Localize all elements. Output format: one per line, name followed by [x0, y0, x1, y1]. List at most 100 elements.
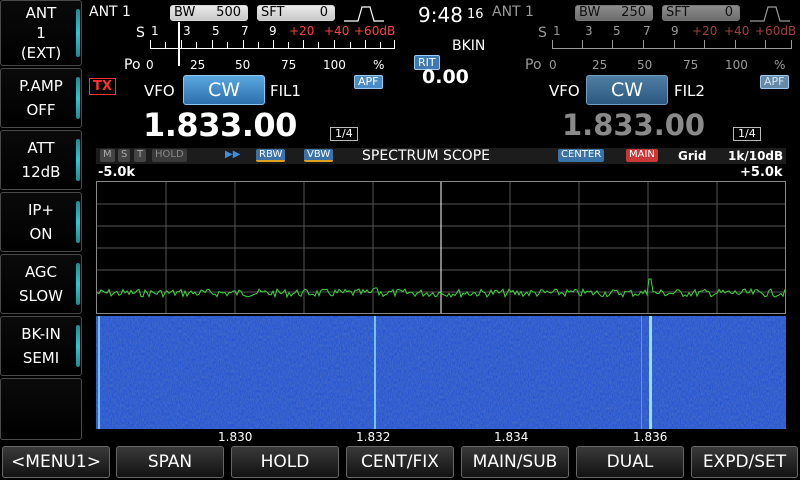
scope-span-left: -5.0k: [98, 165, 136, 180]
scope-main-tag[interactable]: MAIN: [626, 149, 658, 162]
expd-set-button[interactable]: EXPD/SET: [691, 446, 798, 478]
rit-value: 0.00: [422, 66, 469, 88]
scope-center-tag[interactable]: CENTER: [558, 149, 605, 162]
hold-button[interactable]: HOLD: [231, 446, 339, 478]
s-tick-label: +40: [724, 24, 750, 38]
preamp-label: P.AMP: [19, 77, 63, 95]
ant-value: 1: [36, 24, 46, 42]
s-tick-label: 9: [671, 24, 679, 38]
main-s-meter-label: S: [136, 25, 145, 41]
span-button[interactable]: SPAN: [116, 446, 224, 478]
scope-m-tag: M: [100, 149, 115, 162]
sidebar-edge-indicator: [76, 263, 80, 305]
scope-rbw-tag[interactable]: RBW: [256, 149, 286, 162]
s-tick-label: 7: [643, 24, 651, 38]
sidebar-ant-button[interactable]: ANT 1 (EXT): [0, 0, 82, 66]
scope-play-icon: ▶▶: [225, 149, 241, 160]
main-s-needle: [178, 22, 180, 66]
po-tick-label: %: [774, 58, 786, 72]
dual-button[interactable]: DUAL: [576, 446, 684, 478]
main-bw-value: 500: [216, 5, 241, 20]
sub-filter-label: FIL2: [674, 82, 705, 100]
main-po-meter-label: Po: [124, 57, 141, 73]
po-tick-label: 25: [592, 58, 608, 72]
s-tick-label: +20: [692, 24, 718, 38]
scope-t-tag: T: [134, 149, 147, 162]
s-tick-label: +20: [289, 24, 315, 38]
s-tick-label: +40: [324, 24, 350, 38]
sub-bw-value: 250: [621, 5, 646, 20]
bkin-status: BKIN: [452, 38, 486, 54]
ipplus-label: IP+: [27, 201, 55, 219]
sidebar-att-button[interactable]: ATT 12dB: [0, 130, 82, 190]
sub-s-meter-label: S: [538, 25, 547, 41]
s-tick-label: 5: [613, 24, 621, 38]
sidebar-ipplus-button[interactable]: IP+ ON: [0, 192, 82, 252]
bkin-label: BK-IN: [21, 325, 61, 343]
sidebar-edge-indicator: [76, 325, 80, 367]
freq-axis-label: 1.830: [218, 430, 253, 444]
sub-vfo-label: VFO: [549, 82, 580, 100]
att-value: 12dB: [21, 163, 61, 181]
po-tick-label: 75: [683, 58, 699, 72]
po-tick-label: 75: [281, 58, 297, 72]
s-tick-label: 3: [183, 24, 191, 38]
po-tick-label: 25: [190, 58, 206, 72]
sidebar-preamp-button[interactable]: P.AMP OFF: [0, 68, 82, 128]
po-tick-label: 50: [235, 58, 251, 72]
tx-indicator: TX: [89, 78, 116, 95]
sidebar-edge-indicator: [76, 77, 80, 119]
ipplus-value: ON: [29, 225, 53, 243]
main-frequency-display[interactable]: 1.833.00: [143, 106, 297, 144]
ant-label: ANT: [25, 4, 57, 22]
s-tick-label: +60dB: [354, 24, 396, 38]
main-tuning-step[interactable]: 1/4: [330, 127, 358, 141]
sub-antenna-label: ANT 1: [492, 4, 534, 20]
main-sft-value: 0: [319, 5, 328, 20]
scope-title: SPECTRUM SCOPE: [362, 148, 490, 164]
waterfall-display[interactable]: [96, 316, 786, 429]
s-tick-label: 7: [241, 24, 249, 38]
cent-fix-button[interactable]: CENT/FIX: [346, 446, 454, 478]
sub-filter-shape-icon: [750, 6, 790, 22]
scope-grid-label: Grid: [678, 149, 707, 163]
po-tick-label: 0: [146, 58, 154, 72]
main-bw-box[interactable]: BW 500: [170, 5, 248, 21]
sidebar-empty-slot: [0, 378, 82, 440]
s-tick-label: 9: [269, 24, 277, 38]
main-filter-label: FIL1: [270, 82, 301, 100]
sub-mode-button[interactable]: CW: [586, 75, 668, 105]
menu1-button[interactable]: <MENU1>: [2, 446, 110, 478]
sub-apf-badge: APF: [760, 75, 789, 89]
main-filter-shape-icon: [344, 6, 384, 22]
bkin-value: SEMI: [22, 349, 60, 367]
main-sft-box[interactable]: SFT 0: [257, 5, 335, 21]
scope-scale-label: 1k/10dB: [728, 149, 784, 163]
ant-extra: (EXT): [20, 44, 62, 62]
sidebar-agc-button[interactable]: AGC SLOW: [0, 254, 82, 314]
sub-sft-box[interactable]: SFT 0: [662, 5, 740, 21]
po-tick-label: 0: [549, 58, 557, 72]
clock-seconds: 16: [467, 7, 484, 22]
spectrum-scope-panel[interactable]: [96, 181, 786, 314]
main-bw-label: BW: [174, 5, 196, 20]
att-label: ATT: [27, 139, 55, 157]
sub-bw-box[interactable]: BW 250: [575, 5, 653, 21]
po-tick-label: 100: [323, 58, 346, 72]
sub-sft-value: 0: [724, 5, 733, 20]
s-tick-label: 3: [585, 24, 593, 38]
main-vfo-label: VFO: [144, 82, 175, 100]
scope-vbw-tag[interactable]: VBW: [304, 149, 334, 162]
sub-bw-label: BW: [579, 5, 601, 20]
sidebar-bkin-button[interactable]: BK-IN SEMI: [0, 316, 82, 376]
po-tick-label: 50: [637, 58, 653, 72]
freq-axis-label: 1.834: [494, 430, 529, 444]
sub-frequency-display[interactable]: 1.833.00: [562, 108, 705, 142]
preamp-value: OFF: [26, 101, 56, 119]
sub-tuning-step[interactable]: 1/4: [733, 127, 761, 141]
main-sft-label: SFT: [261, 5, 285, 20]
main-mode-button[interactable]: CW: [183, 75, 265, 105]
po-tick-label: 100: [725, 58, 748, 72]
waterfall-image: [96, 316, 786, 429]
main-sub-button[interactable]: MAIN/SUB: [461, 446, 569, 478]
